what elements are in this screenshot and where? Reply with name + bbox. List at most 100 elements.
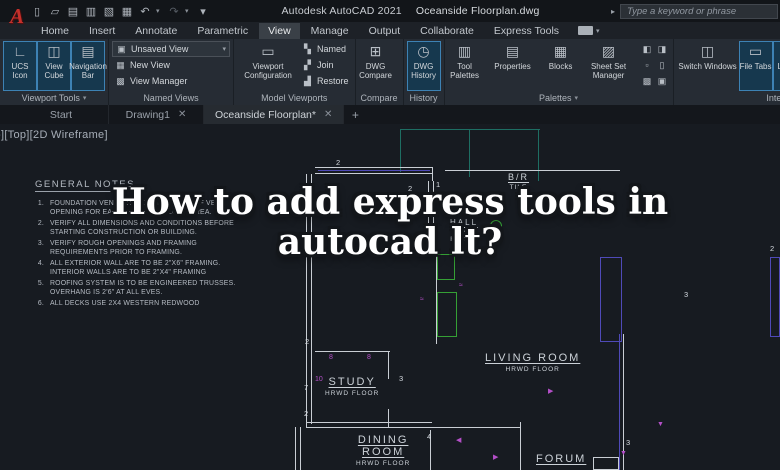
qat-customize-icon[interactable]: ▾ xyxy=(196,5,210,18)
view-manager-button[interactable]: ▩ View Manager xyxy=(112,73,230,89)
room-label-forum: FORUM xyxy=(536,453,586,465)
wall-number: 4 xyxy=(427,432,432,441)
ribbon-panel-label[interactable]: History xyxy=(407,91,441,104)
file-tab-label: Oceanside Floorplan* xyxy=(215,108,316,121)
ribbon-tabs: Home Insert Annotate Parametric View Manage Ou… xyxy=(32,22,568,39)
panel-footer-label: Compare xyxy=(360,92,398,103)
drawing-canvas[interactable]: -][Top][2D Wireframe] GENERAL NOTES 1. FO… xyxy=(0,124,780,470)
navigation-bar-button[interactable]: ▤ Navigation Bar xyxy=(69,41,107,91)
plan-marker: ▶ xyxy=(493,454,499,461)
file-tabs-button[interactable]: ▭ File Tabs xyxy=(738,41,773,91)
plot-icon[interactable]: ▦ xyxy=(120,5,134,18)
panel-footer-label: Interface xyxy=(766,92,780,103)
button-label: Sheet Set Manager xyxy=(590,62,627,80)
save-as-icon[interactable]: ▥ xyxy=(84,5,98,18)
ribbon-panel-body: ◫Switch Windows▭File Tabs▯Layout Tabs▬Ti… xyxy=(677,41,780,91)
layout-tabs-button[interactable]: ▯Layout Tabs xyxy=(772,41,780,91)
search-input[interactable]: Type a keyword or phrase xyxy=(620,3,778,19)
palette-small-icon[interactable]: ▩ xyxy=(640,73,655,89)
button-label: DWG Compare xyxy=(359,62,392,80)
tab-annotate[interactable]: Annotate xyxy=(126,23,186,39)
ribbon-panel-label[interactable]: Viewport Tools ▾ xyxy=(3,91,105,104)
chevron-down-icon[interactable]: ▾ xyxy=(575,94,579,102)
palette-small-icon[interactable]: ▫ xyxy=(640,57,655,73)
ribbon-panel-body: ▥ Tool Palettes ▤ Properties ▦ Blocks ▨ Sheet S… xyxy=(448,41,670,91)
search-collapse-icon[interactable]: ▸ xyxy=(611,7,615,16)
open-folder-icon[interactable]: ▱ xyxy=(48,5,62,18)
plan-marker: ▼ xyxy=(657,421,664,428)
join-button[interactable]: ▞ Join xyxy=(299,57,352,73)
tab-collaborate[interactable]: Collaborate xyxy=(411,23,483,39)
dwg-history-button[interactable]: ◷ DWG History xyxy=(406,41,441,91)
view-cube-button[interactable]: ◫ View Cube xyxy=(37,41,71,91)
ribbon-panel-label[interactable]: Named Views xyxy=(112,91,230,104)
viewport-configuration-button[interactable]: ▭ Viewport Configuration xyxy=(237,41,299,91)
new-drawing-tab-button[interactable]: + xyxy=(344,105,366,124)
chevron-down-icon[interactable]: ▾ xyxy=(222,45,226,53)
panel-footer-label: History xyxy=(409,92,438,103)
plan-marker: ◀ xyxy=(456,437,462,444)
ribbon-panel-label[interactable]: Model Viewports xyxy=(237,91,352,104)
restore-button[interactable]: ▟ Restore xyxy=(299,73,352,89)
button-label: Blocks xyxy=(548,62,573,71)
close-icon[interactable]: ✕ xyxy=(324,109,332,120)
chevron-down-icon[interactable]: ▾ xyxy=(185,7,192,15)
chevron-down-icon[interactable]: ▾ xyxy=(156,7,163,15)
sheet-set-manager-button[interactable]: ▨ Sheet Set Manager xyxy=(578,41,640,91)
file-tab-oceanside-floorplan[interactable]: Oceanside Floorplan* ✕ xyxy=(204,105,345,124)
palette-small-icon[interactable]: ▣ xyxy=(655,73,670,89)
export-icon[interactable]: ▧ xyxy=(102,5,116,18)
button-label: Restore xyxy=(317,76,349,86)
file-tab-drawing1[interactable]: Drawing1 ✕ xyxy=(109,105,204,124)
unsaved-view-button[interactable]: ▣ Unsaved View ▾ xyxy=(112,41,230,57)
ribbon-panel-label[interactable]: Compare xyxy=(359,91,400,104)
ribbon-panel-body: ◷ DWG History xyxy=(406,41,441,91)
switch-windows-button[interactable]: ◫ Switch Windows xyxy=(677,41,739,91)
tab-insert[interactable]: Insert xyxy=(80,23,124,39)
named-button[interactable]: ▚ Named xyxy=(299,41,352,57)
ucs-icon-button[interactable]: ∟ UCS Icon xyxy=(3,41,37,91)
chevron-down-icon[interactable]: ▾ xyxy=(83,94,87,102)
properties-button[interactable]: ▤ Properties xyxy=(482,41,544,91)
new-view-icon: ▦ xyxy=(116,59,125,70)
undo-icon[interactable]: ↶ xyxy=(138,5,152,18)
file-tab-start[interactable]: Start xyxy=(14,105,109,124)
room-floor-type: HRWD FLOOR xyxy=(505,366,560,373)
tab-express-tools[interactable]: Express Tools xyxy=(485,23,568,39)
ribbon-panel-label[interactable]: Interface xyxy=(677,91,780,104)
ribbon-tab-extra[interactable]: ▾ xyxy=(578,26,600,35)
overlay-headline-line1: How to add express tools in xyxy=(111,181,669,223)
tab-home[interactable]: Home xyxy=(32,23,78,39)
room-label-living-room: LIVING ROOM HRWD FLOOR xyxy=(485,352,580,373)
redo-icon[interactable]: ↷ xyxy=(167,5,181,18)
plan-marker: ▶ xyxy=(548,388,554,395)
chevron-down-icon[interactable]: ▾ xyxy=(596,27,600,35)
blocks-button[interactable]: ▦ Blocks xyxy=(544,41,578,91)
app-title: Autodesk AutoCAD 2021 xyxy=(281,5,402,17)
featured-apps-icon[interactable] xyxy=(578,26,594,35)
ribbon-panel-label[interactable]: Palettes ▾ xyxy=(448,91,670,104)
palette-small-icon[interactable]: ▯ xyxy=(655,57,670,73)
dwg-compare-button[interactable]: ⊞ DWG Compare xyxy=(359,41,393,91)
blocks-icon: ▦ xyxy=(553,43,568,59)
panel-footer-label: Named Views xyxy=(143,92,199,103)
palette-small-icon[interactable]: ◧ xyxy=(640,41,655,57)
button-label: Layout Tabs xyxy=(777,62,780,71)
ucs-icon: ∟ xyxy=(13,43,27,59)
tab-view[interactable]: View xyxy=(259,22,300,39)
close-icon[interactable]: ✕ xyxy=(178,109,186,120)
new-file-icon[interactable]: ▯ xyxy=(30,5,44,18)
tab-output[interactable]: Output xyxy=(360,23,410,39)
tool-palettes-button[interactable]: ▥ Tool Palettes xyxy=(448,41,482,91)
palette-small-icon[interactable]: ◨ xyxy=(655,41,670,57)
new-view-button[interactable]: ▦ New View xyxy=(112,57,230,73)
save-icon[interactable]: ▤ xyxy=(66,5,80,18)
tab-manage[interactable]: Manage xyxy=(302,23,358,39)
room-label-study: STUDY HRWD FLOOR xyxy=(325,376,379,397)
room-name: LIVING ROOM xyxy=(485,352,581,364)
named-viewports-icon: ▚ xyxy=(304,43,311,54)
ribbon-panel-body: ⊞ DWG Compare xyxy=(359,41,400,91)
button-label: Viewport Configuration xyxy=(244,62,292,80)
tab-parametric[interactable]: Parametric xyxy=(188,23,257,39)
button-label: Navigation Bar xyxy=(69,62,107,80)
